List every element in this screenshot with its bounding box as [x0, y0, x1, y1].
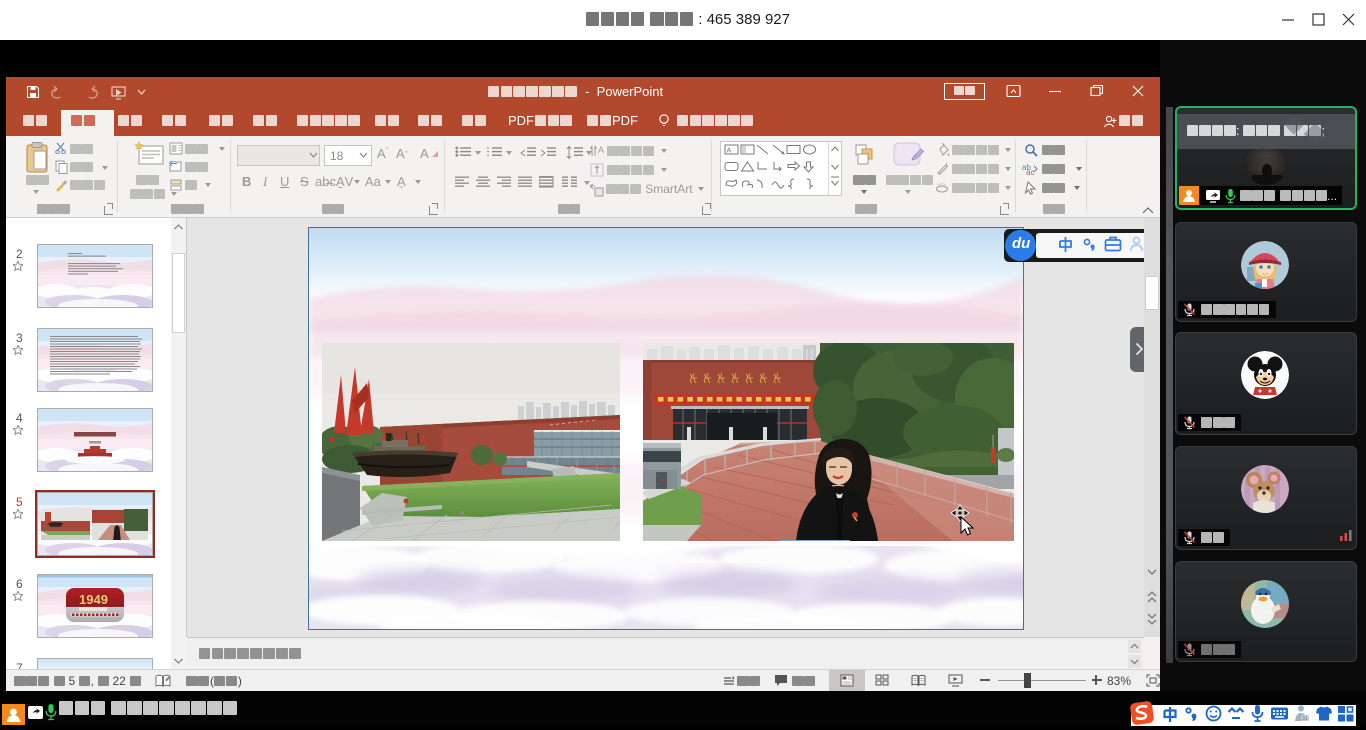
svg-text:ac: ac: [1026, 168, 1034, 176]
svg-text:A: A: [598, 145, 604, 155]
svg-text:31: 31: [1302, 716, 1308, 722]
svg-text:1949: 1949: [79, 592, 108, 607]
svg-text:A: A: [727, 148, 732, 155]
